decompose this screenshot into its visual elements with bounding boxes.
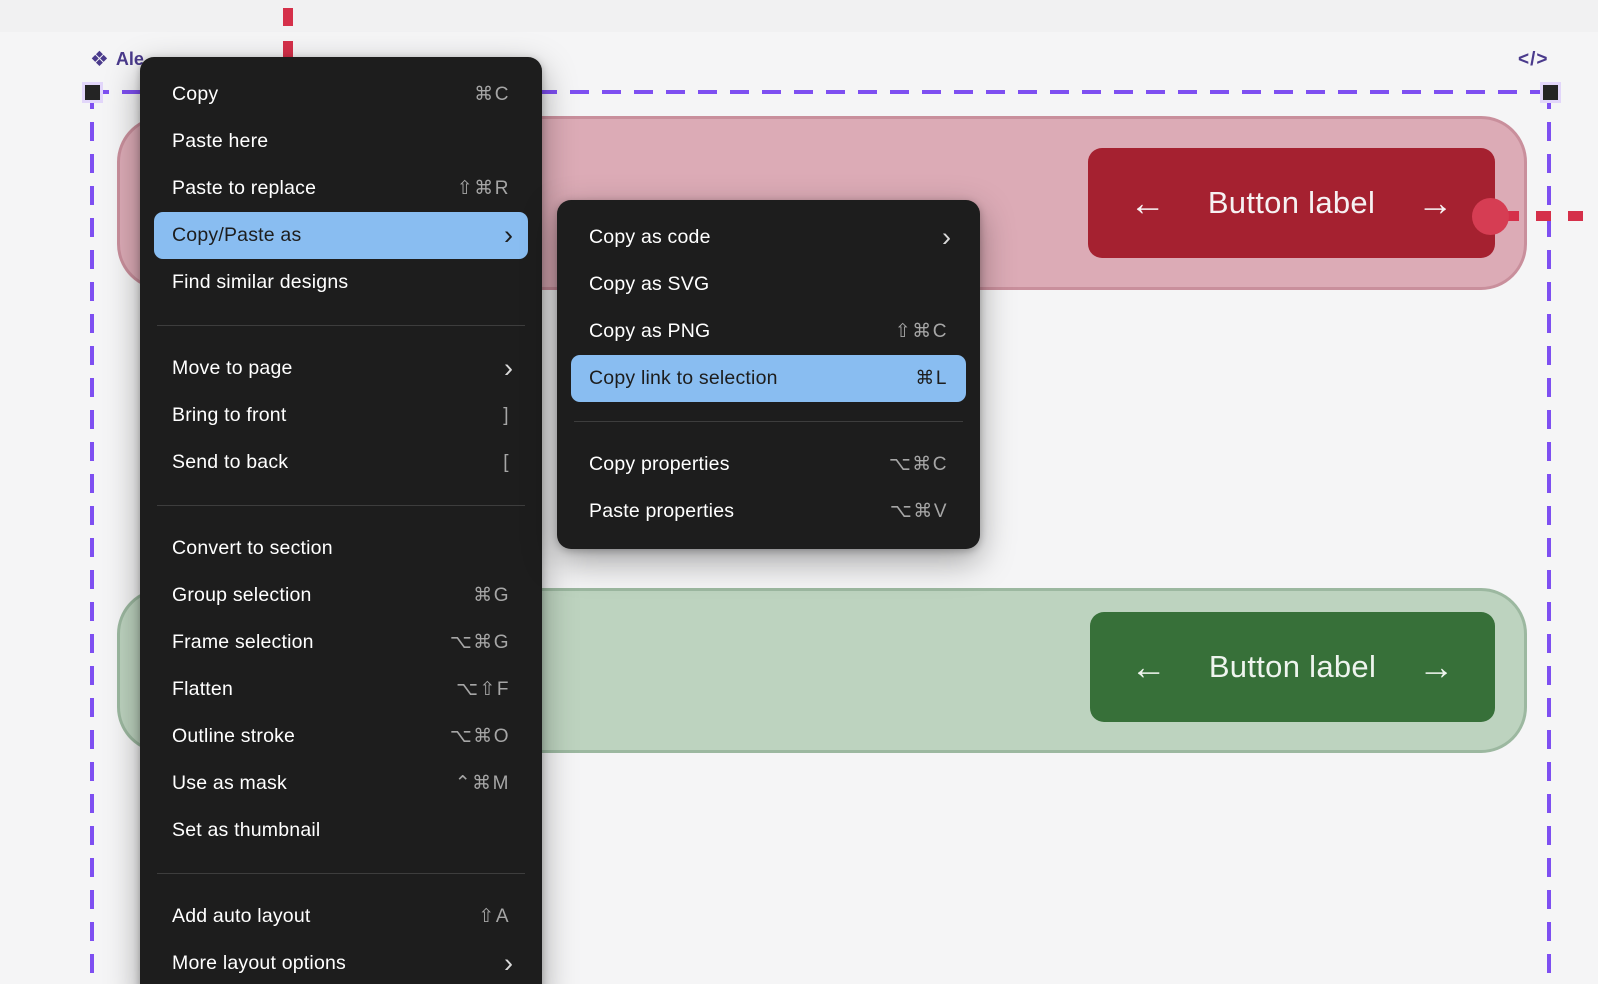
arrow-right-icon: → [1418, 646, 1455, 687]
chevron-right-icon: › [504, 219, 513, 250]
menu-item-paste-to-replace[interactable]: Paste to replace ⇧⌘R [154, 165, 528, 212]
error-button[interactable]: ← Button label → [1088, 148, 1495, 258]
menu-item-shortcut: ⌥⌘C [888, 454, 948, 475]
menu-item-label: Group selection [172, 584, 312, 606]
menu-item-shortcut: ⌥⇧F [456, 679, 510, 700]
code-icon[interactable]: </> [1518, 49, 1548, 71]
menu-item-label: Use as mask [172, 772, 287, 794]
red-dashed-line-vertical [283, 8, 293, 58]
menu-item-label: Outline stroke [172, 725, 296, 747]
menu-item-shortcut: ⇧A [478, 906, 510, 927]
menu-item-paste-here[interactable]: Paste here [154, 118, 528, 165]
submenu-item-paste-properties[interactable]: Paste properties ⌥⌘V [571, 488, 966, 535]
menu-item-shortcut: ⌘G [473, 585, 510, 606]
success-button[interactable]: ← Button label → [1090, 612, 1495, 722]
menu-item-shortcut: ⇧⌘C [894, 321, 948, 342]
menu-item-convert-to-section[interactable]: Convert to section [154, 525, 528, 572]
menu-item-label: Copy as PNG [589, 320, 711, 342]
menu-item-outline-stroke[interactable]: Outline stroke ⌥⌘O [154, 713, 528, 760]
menu-item-label: Move to page [172, 357, 293, 379]
success-button-label: Button label [1208, 649, 1377, 684]
arrow-right-icon: → [1417, 182, 1454, 223]
menu-item-shortcut: ⇧⌘R [456, 178, 510, 199]
menu-item-label: Copy properties [589, 453, 730, 475]
menu-item-label: Copy link to selection [589, 367, 778, 389]
menu-item-shortcut: ⌘L [915, 368, 948, 389]
menu-item-label: Paste here [172, 130, 269, 152]
menu-item-label: Frame selection [172, 631, 314, 653]
selection-handle-top-right[interactable] [1543, 85, 1558, 100]
menu-item-add-auto-layout[interactable]: Add auto layout ⇧A [154, 893, 528, 940]
red-annotation-dot[interactable] [1472, 198, 1509, 235]
menu-item-label: Copy/Paste as [172, 224, 302, 246]
menu-separator [574, 421, 963, 422]
menu-item-shortcut: ] [503, 404, 510, 426]
menu-item-label: Copy [172, 83, 219, 105]
menu-separator [157, 325, 525, 326]
selection-handle-top-left[interactable] [85, 85, 100, 100]
menu-item-send-to-back[interactable]: Send to back [ [154, 439, 528, 486]
menu-item-label: Convert to section [172, 537, 333, 559]
selection-border-left [90, 90, 94, 984]
submenu-item-copy-properties[interactable]: Copy properties ⌥⌘C [571, 441, 966, 488]
menu-item-frame-selection[interactable]: Frame selection ⌥⌘G [154, 619, 528, 666]
selection-border-right [1547, 90, 1551, 984]
menu-separator [157, 873, 525, 874]
menu-item-shortcut: ⌥⌘V [889, 501, 948, 522]
menu-item-label: Flatten [172, 678, 234, 700]
menu-item-label: Send to back [172, 451, 289, 473]
menu-item-flatten[interactable]: Flatten ⌥⇧F [154, 666, 528, 713]
arrow-left-icon: ← [1129, 182, 1166, 223]
menu-item-shortcut: [ [503, 451, 510, 473]
menu-item-copy-paste-as[interactable]: Copy/Paste as › [154, 212, 528, 259]
menu-item-move-to-page[interactable]: Move to page › [154, 345, 528, 392]
menu-item-label: Paste properties [589, 500, 735, 522]
menu-item-label: More layout options [172, 952, 346, 974]
chevron-right-icon: › [504, 352, 513, 383]
canvas-top-band [0, 0, 1598, 32]
chevron-right-icon: › [942, 221, 951, 252]
menu-item-copy[interactable]: Copy ⌘C [154, 71, 528, 118]
menu-item-label: Copy as SVG [589, 273, 710, 295]
menu-item-shortcut: ⌥⌘G [449, 632, 510, 653]
submenu-item-copy-link-to-selection[interactable]: Copy link to selection ⌘L [571, 355, 966, 402]
error-button-label: Button label [1207, 185, 1376, 220]
menu-item-more-layout-options[interactable]: More layout options › [154, 940, 528, 984]
menu-item-group-selection[interactable]: Group selection ⌘G [154, 572, 528, 619]
menu-item-use-as-mask[interactable]: Use as mask ⌃⌘M [154, 760, 528, 807]
menu-item-label: Copy as code [589, 226, 711, 248]
menu-item-label: Find similar designs [172, 271, 349, 293]
chevron-right-icon: › [504, 947, 513, 978]
menu-item-bring-to-front[interactable]: Bring to front ] [154, 392, 528, 439]
menu-item-label: Paste to replace [172, 177, 317, 199]
submenu-item-copy-as-png[interactable]: Copy as PNG ⇧⌘C [571, 308, 966, 355]
component-label[interactable]: ❖ Ale [90, 49, 144, 70]
menu-item-shortcut: ⌥⌘O [449, 726, 510, 747]
menu-item-set-as-thumbnail[interactable]: Set as thumbnail [154, 807, 528, 854]
arrow-left-icon: ← [1130, 646, 1167, 687]
context-menu: Copy ⌘C Paste here Paste to replace ⇧⌘R … [140, 57, 542, 984]
menu-item-shortcut: ⌃⌘M [454, 773, 510, 794]
menu-item-label: Bring to front [172, 404, 287, 426]
submenu-item-copy-as-svg[interactable]: Copy as SVG [571, 261, 966, 308]
menu-item-shortcut: ⌘C [474, 84, 510, 105]
submenu-item-copy-as-code[interactable]: Copy as code › [571, 214, 966, 261]
red-dashed-line-horizontal [1504, 211, 1598, 221]
menu-item-label: Set as thumbnail [172, 819, 321, 841]
copy-paste-as-submenu: Copy as code › Copy as SVG Copy as PNG ⇧… [557, 200, 980, 549]
menu-item-label: Add auto layout [172, 905, 311, 927]
menu-item-find-similar-designs[interactable]: Find similar designs [154, 259, 528, 306]
menu-separator [157, 505, 525, 506]
component-icon: ❖ [90, 48, 109, 71]
